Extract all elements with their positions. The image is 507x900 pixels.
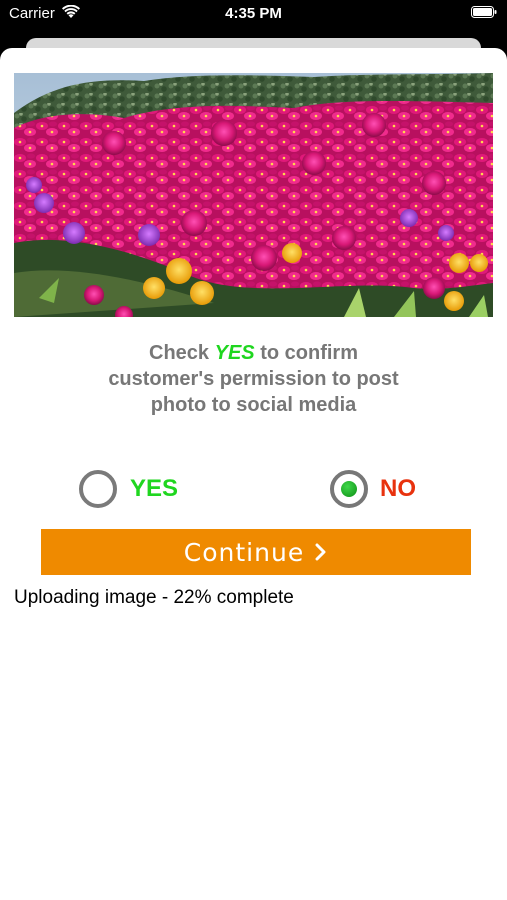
- status-bar: Carrier 4:35 PM: [0, 0, 507, 30]
- prompt-line-3: photo to social media: [150, 394, 357, 416]
- prompt-line-1: Check YES to confirm: [0, 340, 507, 366]
- battery-icon: [471, 6, 497, 18]
- continue-button[interactable]: Continue: [41, 529, 471, 575]
- yes-radio-button[interactable]: [79, 470, 117, 508]
- prompt-line-2: customer's permission to post: [108, 368, 399, 390]
- upload-progress-text: Uploading image - 22% complete: [14, 587, 294, 608]
- no-radio-button[interactable]: [330, 470, 368, 508]
- flower-photo: [14, 73, 493, 317]
- prompt-before: Check: [149, 342, 215, 364]
- prompt-after: to confirm: [254, 342, 358, 364]
- chevron-right-icon: [315, 543, 326, 561]
- prompt-yes-highlight: YES: [214, 342, 255, 364]
- clock: 4:35 PM: [225, 5, 282, 22]
- no-radio-label[interactable]: NO: [380, 475, 416, 503]
- continue-label: Continue: [183, 537, 305, 567]
- yes-radio-label[interactable]: YES: [130, 475, 178, 503]
- modal-sheet: Check YES to confirm customer's permissi…: [0, 48, 507, 900]
- permission-prompt: Check YES to confirm customer's permissi…: [0, 340, 507, 418]
